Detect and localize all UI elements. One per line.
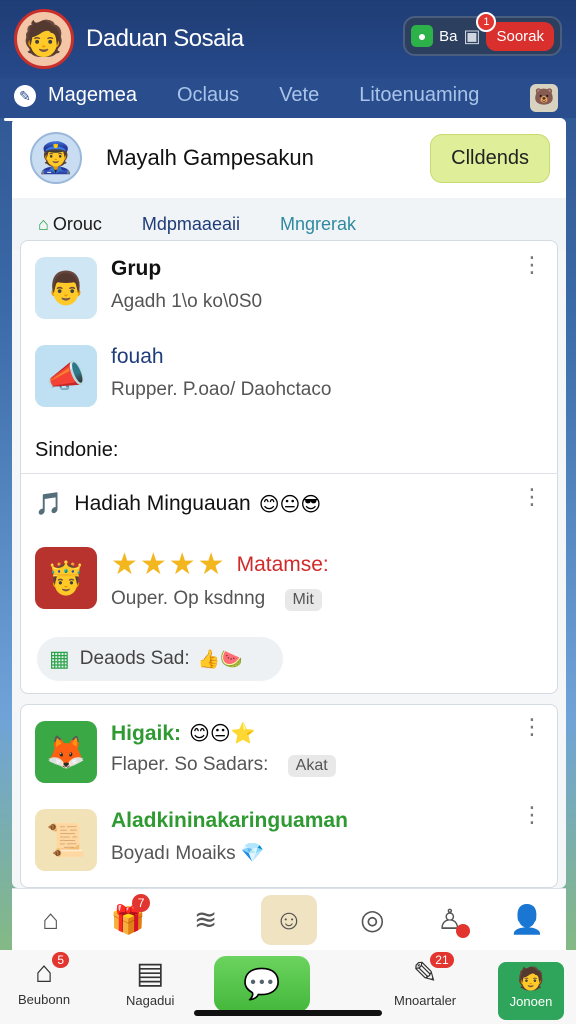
panel-title: Mayalh Gampesakun <box>106 145 314 170</box>
chat-icon[interactable]: ◎ <box>350 898 394 942</box>
notification-badge: 1 <box>476 11 497 32</box>
dock-badge: 21 <box>430 952 454 968</box>
coin-label: Ba <box>439 27 458 45</box>
item-title: Aladkininakaringuaman <box>111 809 348 832</box>
app-title: Daduan Sosaia <box>86 25 244 52</box>
pill-text: Deaods Sad: <box>79 648 190 669</box>
dock-item-news[interactable]: ▤ Nagadui <box>126 956 174 1008</box>
dock-label: Mnoartaler <box>394 993 457 1008</box>
tab-oclaus[interactable]: Oclaus <box>177 84 239 113</box>
gift-badge: 7 <box>132 893 151 912</box>
reward-pill[interactable]: ▦ Deaods Sad: 👍🍉 <box>37 637 283 681</box>
tab-label: Magemea <box>48 83 137 106</box>
face-icon[interactable]: ☺ <box>260 894 317 945</box>
tag-badge: Mit <box>284 589 322 611</box>
alert-user-icon[interactable]: ♙ <box>428 898 472 942</box>
list-item[interactable]: 🎵 Hadiah Minguauan 😊😐😎 <box>35 491 321 517</box>
stack-icon[interactable]: ≋ <box>184 898 228 942</box>
list-item[interactable]: 📜 Aladkininakaringuaman Boyadı Moaiks 💎 <box>35 809 348 871</box>
top-bar: 🧑 Daduan Sosaia ● Ba ▣ 1 Soorak <box>0 0 576 78</box>
user-avatar: 👨 <box>35 257 97 319</box>
subtab-mdpmaaeaii[interactable]: Mdpmaaeaii <box>142 214 240 235</box>
dock-label: Nagadui <box>126 993 175 1008</box>
item-subtitle: Flaper. So Sadars: <box>111 754 269 775</box>
subtab-orouc[interactable]: ⌂ Orouc <box>38 214 102 235</box>
bottom-nav: ⌂ 🎁 7 ≋ ☺ ◎ ♙ 👤 <box>12 888 566 950</box>
home-indicator <box>194 1010 382 1016</box>
item-title: Higaik: <box>111 721 182 745</box>
music-note-icon: 🎵 <box>35 491 63 516</box>
main-panel: 👮 Mayalh Gampesakun Clldends ⌂ Orouc Mdpm… <box>12 118 566 888</box>
home-icon: ⌂ 5 <box>35 952 70 990</box>
megaphone-icon: 📣 <box>35 345 97 407</box>
profile-icon[interactable]: 👤 <box>505 898 549 942</box>
search-button-label: Soorak <box>496 27 544 45</box>
dock-label: Beubonn <box>18 992 71 1007</box>
action-button[interactable]: Clldends <box>430 134 550 183</box>
dock-item-home[interactable]: ⌂ 5 Beubonn <box>18 952 71 1007</box>
news-icon: ▤ <box>136 957 165 990</box>
home-icon: ⌂ <box>38 213 49 234</box>
group-avatar[interactable]: 👮 <box>30 132 82 184</box>
feed-card: 🦊 Higaik: 😊😐⭐ Flaper. So Sadars: Akat ⋮ … <box>20 704 558 888</box>
list-item[interactable]: 📣 fouah Rupper. P.oao/ Daohctaco <box>35 345 331 407</box>
divider <box>21 473 557 474</box>
gem-icon: 💎 <box>240 843 265 864</box>
tab-vete[interactable]: Vete <box>279 84 319 113</box>
chat-bubble-button[interactable]: 💬 <box>214 956 310 1012</box>
coin-icon: ● <box>411 25 434 47</box>
gift-icon[interactable]: 🎁 7 <box>106 893 151 942</box>
top-right-controls: ● Ba ▣ 1 Soorak <box>403 11 562 56</box>
dock: ⌂ 5 Beubonn ▤ Nagadui 💬 ✎ 21 Mnoartaler 🧑 … <box>0 950 576 1024</box>
hand-icon: 👍🍉 <box>197 648 243 669</box>
tab-magemea[interactable]: ✎ Magemea <box>4 83 155 121</box>
tab-litoenuaming[interactable]: Litoenuaming <box>359 84 479 113</box>
more-options-icon[interactable]: ⋮ <box>521 254 543 276</box>
nav-tabs: ✎ Magemea Oclaus Vete Litoenuaming 🐻 <box>0 78 576 121</box>
item-subtitle: Boyadı Moaiks <box>111 843 236 864</box>
subtab-label: Orouc <box>52 213 102 234</box>
subtab-mngrerak[interactable]: Mngrerak <box>280 214 356 235</box>
item-title: Hadiah Minguauan <box>74 492 251 515</box>
dock-item-edit[interactable]: ✎ 21 Mnoartaler <box>394 952 457 1008</box>
book-avatar: 📜 <box>35 809 97 871</box>
section-heading: Sindonie: <box>35 439 119 461</box>
list-item[interactable]: 🦊 Higaik: 😊😐⭐ Flaper. So Sadars: Akat <box>35 721 336 783</box>
chat-bubble-icon: 💬 <box>243 967 281 1001</box>
profile-avatar[interactable]: 🧑 <box>14 9 74 69</box>
alert-dot <box>455 923 470 938</box>
more-options-icon[interactable]: ⋮ <box>521 716 543 738</box>
mascot-icon[interactable]: 🐻 <box>530 84 558 112</box>
money-icon: ▦ <box>49 646 70 671</box>
item-title: fouah <box>111 345 164 368</box>
dock-item-profile[interactable]: 🧑 Jonoen <box>498 962 564 1020</box>
dock-label: Jonoen <box>509 994 553 1009</box>
list-item[interactable]: 🤴 ★★★★ Matamse: Ouper. Op ksdnng Mit <box>35 547 329 611</box>
king-avatar: 🤴 <box>35 547 97 609</box>
more-options-icon[interactable]: ⋮ <box>521 486 543 508</box>
item-title: Grup <box>111 257 162 280</box>
fox-avatar: 🦊 <box>35 721 97 783</box>
list-item[interactable]: 👨 Grup Agadh 1\o ko\0S0 <box>35 257 262 319</box>
star-rating-icon: ★★★★ <box>111 548 227 581</box>
feed-card: 👨 Grup Agadh 1\o ko\0S0 ⋮ 📣 fouah Rupper… <box>20 240 558 694</box>
emoji-icon: 😊😐😎 <box>258 493 322 516</box>
item-subtitle: Ouper. Op ksdnng <box>111 588 266 609</box>
tag-badge: Akat <box>287 755 336 777</box>
emoji-icon: 😊😐⭐ <box>189 723 256 745</box>
item-red-label: Matamse: <box>236 552 329 576</box>
more-options-icon[interactable]: ⋮ <box>521 804 543 826</box>
item-subtitle: Agadh 1\o ko\0S0 <box>111 291 263 312</box>
person-icon: 🧑 <box>517 966 545 991</box>
dock-badge: 5 <box>52 952 70 968</box>
pen-icon: ✎ <box>14 84 36 107</box>
search-button[interactable]: 1 Soorak <box>476 11 554 51</box>
item-subtitle: Rupper. P.oao/ Daohctaco <box>111 379 332 400</box>
panel-header: 👮 Mayalh Gampesakun Clldends <box>12 118 566 198</box>
edit-icon: ✎ 21 <box>413 952 454 991</box>
home-icon[interactable]: ⌂ <box>29 898 73 942</box>
